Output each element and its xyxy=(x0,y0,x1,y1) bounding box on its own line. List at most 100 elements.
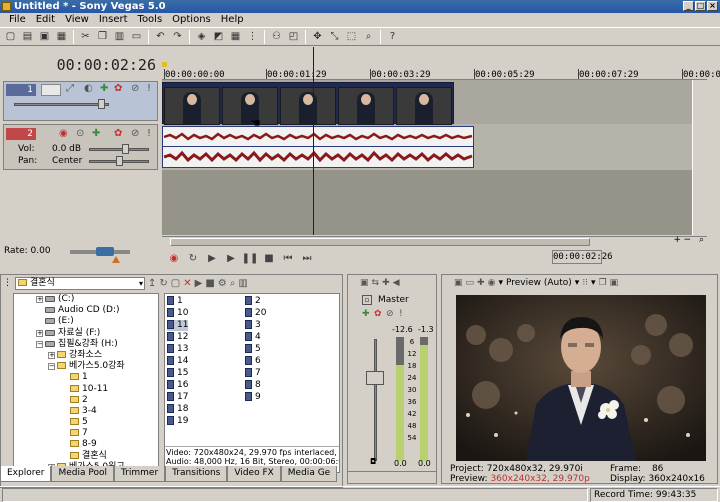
tree-item[interactable]: 7 xyxy=(14,428,158,439)
loop-icon[interactable]: ↻ xyxy=(185,250,201,266)
audio-track-header[interactable]: 2 ◉ ⊙ ✚ ✿ ⊘ ! Vol: 0.0 dB Pan: Center xyxy=(3,124,158,170)
file-item[interactable]: 13 xyxy=(167,344,188,355)
master-solo-icon[interactable]: ! xyxy=(399,309,403,319)
file-item[interactable]: 4 xyxy=(245,332,261,343)
pan-slider-thumb[interactable] xyxy=(116,156,123,166)
chevron-down-icon[interactable]: ▾ xyxy=(498,278,503,288)
video-track-header[interactable]: 1 ⤢ ◐ ✚ ✿ ⊘ ! xyxy=(3,81,158,121)
menu-view[interactable]: View xyxy=(60,14,94,26)
tree-item[interactable]: 결혼식 xyxy=(14,451,158,462)
start-preview-icon[interactable]: ▶ xyxy=(195,278,203,289)
timeline-hscroll[interactable]: + − ⌕ xyxy=(162,235,707,247)
undo-icon[interactable]: ↶ xyxy=(153,29,168,44)
solo-icon[interactable]: ! xyxy=(147,128,151,139)
track-composite-icon[interactable]: ◐ xyxy=(84,83,93,94)
file-item[interactable]: 16 xyxy=(167,380,188,391)
paste-icon[interactable]: ▥ xyxy=(112,29,127,44)
file-item[interactable]: 2 xyxy=(245,296,261,307)
go-to-start-icon[interactable]: ⏮ xyxy=(280,250,296,266)
folder-tree[interactable]: + (C:) Audio CD (D:) (E:) + 자료실 (F:) − 집필&강… xyxy=(13,293,159,473)
save-snapshot-icon[interactable]: ▣ xyxy=(610,278,619,288)
copy-icon[interactable]: ❐ xyxy=(95,29,110,44)
go-to-end-icon[interactable]: ⏭ xyxy=(299,250,315,266)
mixer-hscroll[interactable] xyxy=(348,471,436,481)
master-fx-icon[interactable]: ✚ xyxy=(362,309,370,319)
track-motion-icon[interactable]: ⤢ xyxy=(66,83,74,94)
lock-icon[interactable]: ◘ xyxy=(370,457,376,466)
zoom-in-icon[interactable]: + xyxy=(673,235,681,245)
split-screen-icon[interactable]: ◉ xyxy=(488,278,496,288)
tree-item[interactable]: 8-9 xyxy=(14,439,158,450)
envelope-icon[interactable]: ◩ xyxy=(211,29,226,44)
path-dropdown[interactable]: 결혼식 ▾ xyxy=(15,276,145,290)
track-fx-icon[interactable]: ✚ xyxy=(92,128,100,139)
tab-media-pool[interactable]: Media Pool xyxy=(51,466,114,482)
tree-item[interactable]: − 집필&강좌 (H:) xyxy=(14,339,158,350)
tree-item[interactable]: 3-4 xyxy=(14,406,158,417)
menu-file[interactable]: File xyxy=(4,14,31,26)
menu-insert[interactable]: Insert xyxy=(94,14,133,26)
mute-icon[interactable]: ⊘ xyxy=(131,83,139,94)
master-fader-track[interactable] xyxy=(374,339,377,461)
mixer-insert-icon[interactable]: ▣ xyxy=(360,278,369,288)
empty-track-area[interactable] xyxy=(162,170,692,235)
stop-icon[interactable]: ■ xyxy=(261,250,277,266)
tree-item[interactable]: (E:) xyxy=(14,316,158,327)
whats-this-icon[interactable]: ? xyxy=(385,29,400,44)
save-icon[interactable]: ▣ xyxy=(37,29,52,44)
mute-icon[interactable]: ⊘ xyxy=(131,128,139,139)
group-icon[interactable]: ⚇ xyxy=(269,29,284,44)
tree-item[interactable]: 1 xyxy=(14,372,158,383)
file-item[interactable]: 20 xyxy=(245,308,266,319)
track-settings-icon[interactable]: ✿ xyxy=(114,83,122,94)
tab-explorer[interactable]: Explorer xyxy=(0,466,52,482)
master-settings-icon[interactable]: ✿ xyxy=(374,309,382,319)
preview-properties-icon[interactable]: ▣ xyxy=(454,278,463,288)
mixer-bus-icon[interactable]: ⇆ xyxy=(372,278,380,288)
rate-slider-thumb[interactable] xyxy=(96,247,114,256)
tab-transitions[interactable]: Transitions xyxy=(165,466,228,482)
file-item[interactable]: 14 xyxy=(167,356,188,367)
file-item[interactable]: 3 xyxy=(245,320,261,331)
zoom-out-icon[interactable]: − xyxy=(683,235,691,245)
track-settings-icon[interactable]: ✿ xyxy=(114,128,122,139)
file-item[interactable]: 9 xyxy=(245,392,261,403)
redo-icon[interactable]: ↷ xyxy=(170,29,185,44)
minimize-button[interactable]: _ xyxy=(683,1,694,11)
video-event[interactable] xyxy=(162,82,454,125)
selection-tool-icon[interactable]: ⬚ xyxy=(344,29,359,44)
tab-media-generators[interactable]: Media Ge xyxy=(280,466,338,482)
master-mute-icon[interactable]: ⊘ xyxy=(386,309,394,319)
new-icon[interactable]: ▢ xyxy=(3,29,18,44)
tab-video-fx[interactable]: Video FX xyxy=(227,466,281,482)
tree-item[interactable]: + 자료실 (F:) xyxy=(14,328,158,339)
render-icon[interactable]: ◈ xyxy=(194,29,209,44)
external-monitor-icon[interactable]: ▭ xyxy=(466,278,475,288)
play-icon[interactable]: ▶ xyxy=(223,250,239,266)
drag-handle-icon[interactable]: ⋮ xyxy=(3,278,12,288)
file-item[interactable]: 7 xyxy=(245,368,261,379)
file-list[interactable]: 1 10 11 12 13 14 15 16 17 18 19 2 20 3 4… xyxy=(164,293,340,473)
refresh-icon[interactable]: ↻ xyxy=(159,278,167,289)
delete-icon[interactable]: ✕ xyxy=(183,278,191,289)
chevron-down-icon[interactable]: ▾ xyxy=(591,278,596,288)
tree-item[interactable]: 2 xyxy=(14,395,158,406)
chevron-down-icon[interactable]: ▾ xyxy=(575,278,580,288)
lock-icon[interactable]: ◰ xyxy=(286,29,301,44)
solo-icon[interactable]: ! xyxy=(147,83,151,94)
hscroll-thumb[interactable] xyxy=(170,238,590,246)
file-item[interactable]: 15 xyxy=(167,368,188,379)
tree-item[interactable]: + 강좌소스 xyxy=(14,350,158,361)
overlays-icon[interactable]: ⁝⁝ xyxy=(582,278,588,288)
envelope-tool-icon[interactable]: ⤡ xyxy=(327,29,342,44)
phase-icon[interactable]: ⊙ xyxy=(76,128,84,139)
cut-icon[interactable]: ✂ xyxy=(78,29,93,44)
zoom-tool-icon[interactable]: ⌕ xyxy=(361,29,376,44)
pause-icon[interactable]: ❚❚ xyxy=(242,250,259,266)
search-icon[interactable]: ⌕ xyxy=(230,278,236,289)
open-icon[interactable]: ▤ xyxy=(20,29,35,44)
edit-tool-icon[interactable]: ✥ xyxy=(310,29,325,44)
tree-item[interactable]: 5 xyxy=(14,417,158,428)
file-item[interactable]: 1 xyxy=(167,296,183,307)
mixer-speaker-icon[interactable]: ◀ xyxy=(393,278,400,288)
